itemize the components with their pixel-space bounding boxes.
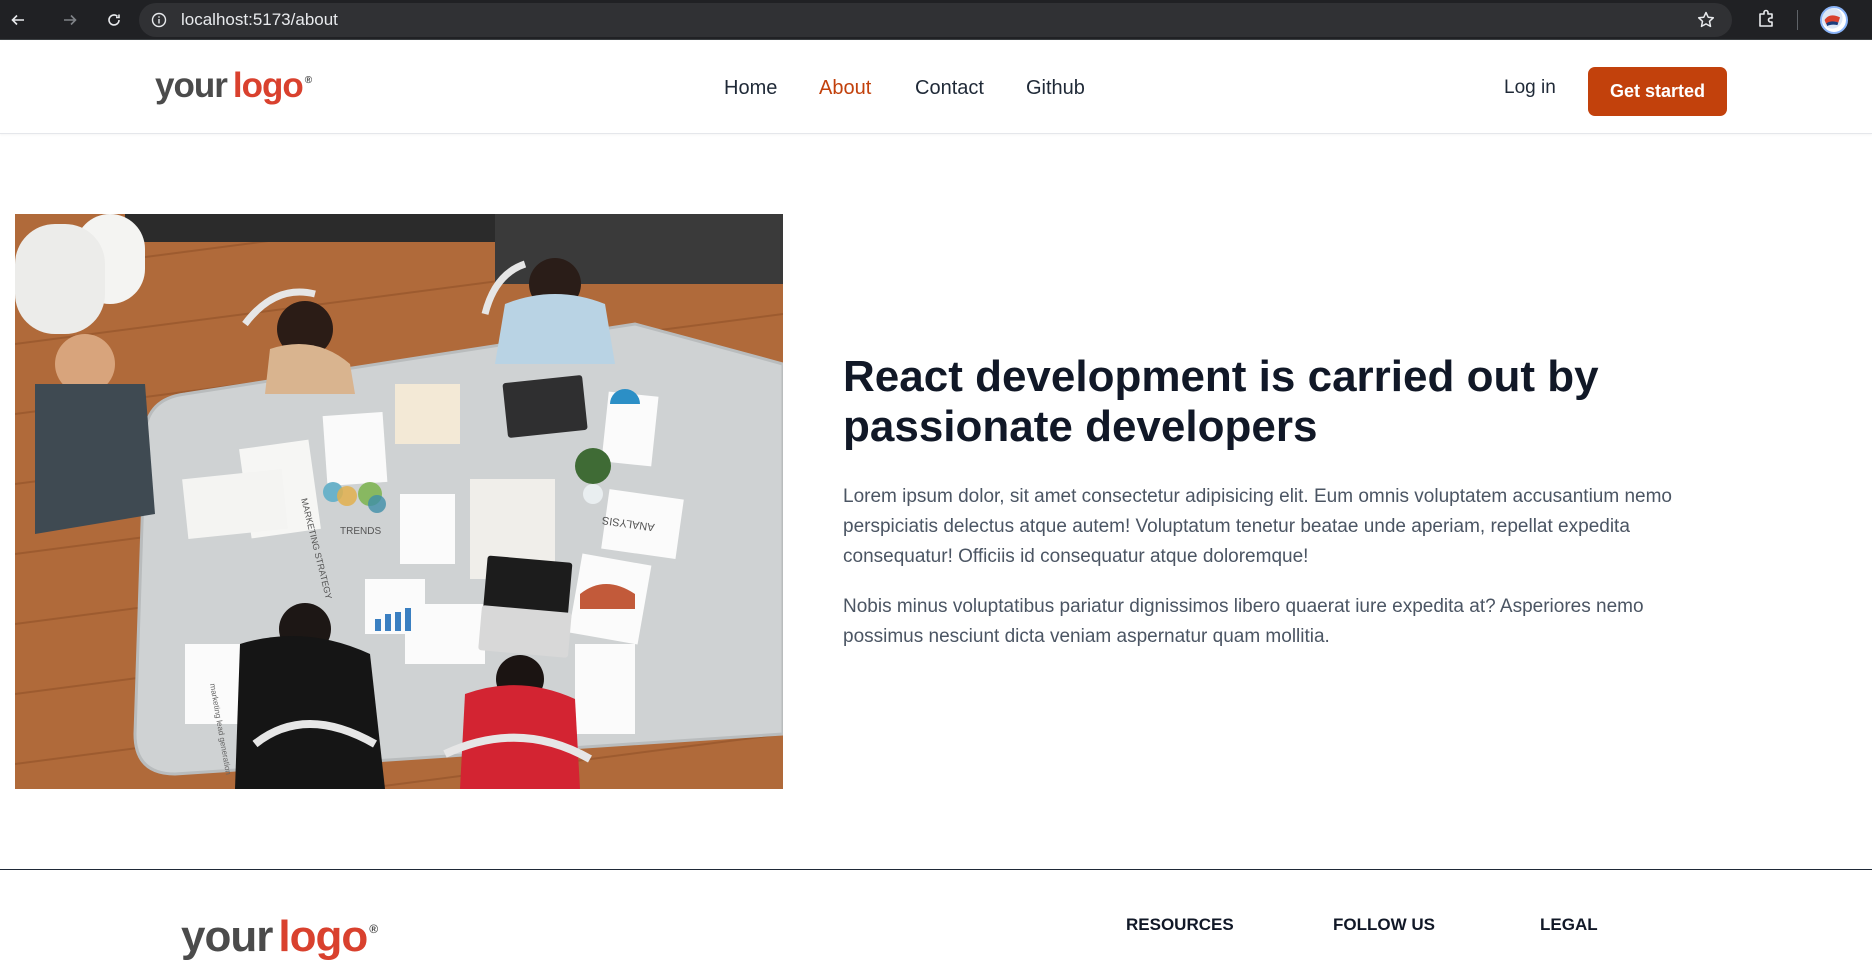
about-photo: MARKETING STRATEGY TRENDS ANALYSIS marke… bbox=[15, 214, 783, 789]
reload-icon[interactable] bbox=[102, 8, 126, 32]
nav-link-contact[interactable]: Contact bbox=[915, 77, 984, 100]
about-heading: React development is carried out by pass… bbox=[843, 352, 1599, 451]
footer-heading-legal: LEGAL bbox=[1540, 915, 1598, 934]
paper-text-trends: TRENDS bbox=[340, 526, 381, 537]
about-paragraph-2: Nobis minus voluptatibus pariatur dignis… bbox=[843, 596, 1644, 647]
nav-link-home[interactable]: Home bbox=[724, 77, 777, 100]
info-icon[interactable] bbox=[149, 10, 169, 30]
site-header: your logo ® Home About Contact Github Lo… bbox=[0, 41, 1872, 134]
url-text[interactable]: localhost:5173/about bbox=[181, 10, 338, 30]
star-icon[interactable] bbox=[1696, 10, 1716, 30]
footer-heading-follow-us: FOLLOW US bbox=[1333, 915, 1435, 934]
footer-logo-word-logo: logo bbox=[278, 912, 368, 961]
address-bar[interactable]: localhost:5173/about bbox=[139, 3, 1732, 37]
footer-heading-resources: RESOURCES bbox=[1126, 915, 1234, 934]
profile-avatar[interactable] bbox=[1820, 6, 1848, 34]
forward-arrow-icon[interactable] bbox=[58, 8, 82, 32]
footer-logo[interactable]: your logo ® bbox=[181, 912, 378, 962]
nav-link-about[interactable]: About bbox=[819, 77, 871, 100]
site-footer: your logo ® RESOURCES FOLLOW US LEGAL bbox=[0, 869, 1872, 967]
get-started-button[interactable]: Get started bbox=[1588, 67, 1727, 116]
about-paragraph-1: Lorem ipsum dolor, sit amet consectetur … bbox=[843, 486, 1672, 567]
nav-link-github[interactable]: Github bbox=[1026, 77, 1085, 100]
about-content: React development is carried out by pass… bbox=[843, 352, 1723, 652]
logo-word-your: your bbox=[155, 66, 228, 105]
footer-logo-word-your: your bbox=[181, 912, 273, 961]
logo-registered-mark: ® bbox=[304, 75, 312, 86]
login-link[interactable]: Log in bbox=[1504, 77, 1556, 99]
back-arrow-icon[interactable] bbox=[6, 8, 30, 32]
footer-logo-registered-mark: ® bbox=[369, 922, 378, 936]
extensions-icon[interactable] bbox=[1756, 8, 1778, 30]
browser-toolbar: localhost:5173/about bbox=[0, 0, 1872, 40]
header-logo[interactable]: your logo ® bbox=[155, 66, 312, 106]
toolbar-divider bbox=[1797, 10, 1798, 30]
team-meeting-illustration: MARKETING STRATEGY TRENDS ANALYSIS marke… bbox=[15, 214, 783, 789]
logo-word-logo: logo bbox=[232, 66, 304, 105]
